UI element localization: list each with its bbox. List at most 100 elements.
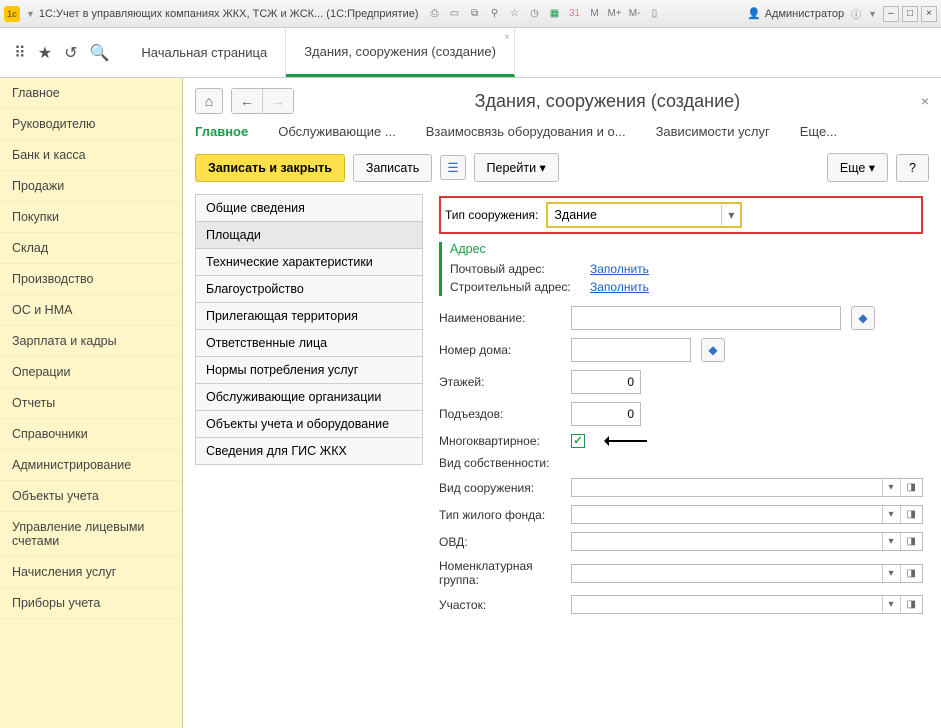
section-tech[interactable]: Технические характеристики [195, 248, 423, 276]
back-button[interactable]: ← [232, 89, 263, 113]
build-addr-fill-link[interactable]: Заполнить [590, 280, 649, 294]
sidebar-item-meters[interactable]: Приборы учета [0, 588, 182, 619]
sidebar-item-salary[interactable]: Зарплата и кадры [0, 326, 182, 357]
window-title: 1С:Учет в управляющих компаниях ЖКХ, ТСЖ… [39, 8, 419, 20]
ovd-label: ОВД: [439, 535, 561, 549]
calc-icon[interactable]: ▦ [547, 6, 563, 22]
dropdown-icon[interactable]: ▾ [882, 506, 900, 523]
goto-button[interactable]: Перейти ▾ [474, 153, 559, 182]
sidebar-item-objects[interactable]: Объекты учета [0, 481, 182, 512]
page-title: Здания, сооружения (создание) [302, 91, 913, 112]
subnav-more[interactable]: Еще... [800, 124, 837, 139]
copy-icon[interactable]: ⧉ [467, 6, 483, 22]
sidebar-item-catalogs[interactable]: Справочники [0, 419, 182, 450]
sidebar-item-sales[interactable]: Продажи [0, 171, 182, 202]
subnav-main[interactable]: Главное [195, 124, 248, 139]
minimize-button[interactable]: – [883, 6, 899, 22]
multi-checkbox[interactable] [571, 434, 585, 448]
open-icon[interactable]: ◨ [900, 565, 922, 582]
search-nav-icon[interactable]: 🔍 [89, 43, 109, 63]
open-icon[interactable]: ◨ [900, 596, 922, 613]
open-icon[interactable]: ◨ [900, 533, 922, 550]
house-expand-button[interactable]: ◆ [701, 338, 725, 362]
mail-addr-label: Почтовый адрес: [450, 262, 580, 276]
link-icon[interactable]: ⚲ [487, 6, 503, 22]
entrances-input[interactable] [571, 402, 641, 426]
sidebar-item-bank[interactable]: Банк и касса [0, 140, 182, 171]
sidebar-item-accounts[interactable]: Управление лицевыми счетами [0, 512, 182, 557]
section-objects[interactable]: Объекты учета и оборудование [195, 410, 423, 438]
close-window-button[interactable]: × [921, 6, 937, 22]
print-icon[interactable]: ⎙ [427, 6, 443, 22]
section-orgs[interactable]: Обслуживающие организации [195, 383, 423, 411]
dropdown-icon[interactable]: ▾ [721, 205, 740, 225]
clock-icon[interactable]: ◷ [527, 6, 543, 22]
dropdown-icon[interactable]: ▾ [882, 596, 900, 613]
m-minus-icon[interactable]: M- [627, 6, 643, 22]
sidebar-item-assets[interactable]: ОС и НМА [0, 295, 182, 326]
tab-home[interactable]: Начальная страница [123, 28, 286, 77]
dropdown-icon[interactable]: ▾ [882, 533, 900, 550]
sidebar-item-production[interactable]: Производство [0, 264, 182, 295]
nom-group-select[interactable]: ▾◨ [571, 564, 923, 583]
star-icon[interactable]: ☆ [507, 6, 523, 22]
nav-dropdown-icon[interactable]: ▼ [26, 9, 35, 19]
home-button[interactable]: ⌂ [195, 88, 223, 114]
tab-close-icon[interactable]: × [504, 32, 510, 43]
form-panel: Тип сооружения: ▾ Адрес Почтовый адрес: … [433, 194, 929, 624]
ownership-label: Вид собственности: [439, 456, 561, 470]
tab-buildings[interactable]: Здания, сооружения (создание) × [286, 28, 515, 77]
calendar-icon[interactable]: 31 [567, 6, 583, 22]
more-button[interactable]: Еще ▾ [827, 153, 888, 182]
housing-fund-select[interactable]: ▾◨ [571, 505, 923, 524]
type-input[interactable] [548, 204, 721, 226]
section-general[interactable]: Общие сведения [195, 194, 423, 222]
star-nav-icon[interactable]: ★ [38, 43, 52, 63]
open-icon[interactable]: ◨ [900, 479, 922, 496]
name-input[interactable] [571, 306, 841, 330]
section-areas[interactable]: Площади [195, 221, 423, 249]
sidebar-item-reports[interactable]: Отчеты [0, 388, 182, 419]
subnav-relations[interactable]: Взаимосвязь оборудования и о... [426, 124, 626, 139]
section-gis[interactable]: Сведения для ГИС ЖКХ [195, 437, 423, 465]
name-expand-button[interactable]: ◆ [851, 306, 875, 330]
panel-icon[interactable]: ▯ [647, 6, 663, 22]
section-responsible[interactable]: Ответственные лица [195, 329, 423, 357]
list-icon-button[interactable]: ☰ [440, 155, 465, 180]
building-kind-select[interactable]: ▾◨ [571, 478, 923, 497]
floors-input[interactable] [571, 370, 641, 394]
help-button[interactable]: ? [896, 154, 929, 182]
info-icon[interactable]: ⓘ [848, 6, 864, 22]
sidebar-item-stock[interactable]: Склад [0, 233, 182, 264]
dropdown-icon[interactable]: ▾ [882, 479, 900, 496]
m-icon[interactable]: M [587, 6, 603, 22]
sidebar-item-main[interactable]: Главное [0, 78, 182, 109]
section-territory[interactable]: Прилегающая территория [195, 302, 423, 330]
sidebar-item-admin[interactable]: Администрирование [0, 450, 182, 481]
history-nav-icon[interactable]: ↺ [64, 43, 77, 63]
ovd-select[interactable]: ▾◨ [571, 532, 923, 551]
info-dropdown[interactable]: ▼ [868, 9, 877, 19]
section-amenities[interactable]: Благоустройство [195, 275, 423, 303]
forward-button[interactable]: → [263, 89, 293, 113]
maximize-button[interactable]: □ [902, 6, 918, 22]
mail-addr-fill-link[interactable]: Заполнить [590, 262, 649, 276]
dropdown-icon[interactable]: ▾ [882, 565, 900, 582]
m-plus-icon[interactable]: M+ [607, 6, 623, 22]
sidebar-item-manager[interactable]: Руководителю [0, 109, 182, 140]
house-input[interactable] [571, 338, 691, 362]
subnav-serving[interactable]: Обслуживающие ... [278, 124, 395, 139]
sidebar-item-operations[interactable]: Операции [0, 357, 182, 388]
plot-select[interactable]: ▾◨ [571, 595, 923, 614]
subnav-deps[interactable]: Зависимости услуг [656, 124, 770, 139]
sidebar-item-accruals[interactable]: Начисления услуг [0, 557, 182, 588]
apps-icon[interactable]: ⠿ [14, 43, 26, 63]
doc-icon[interactable]: ▭ [447, 6, 463, 22]
open-icon[interactable]: ◨ [900, 506, 922, 523]
save-button[interactable]: Записать [353, 154, 432, 182]
sidebar-item-purchases[interactable]: Покупки [0, 202, 182, 233]
save-close-button[interactable]: Записать и закрыть [195, 154, 345, 182]
page-close-button[interactable]: × [921, 93, 929, 109]
type-dropdown[interactable]: ▾ [546, 202, 742, 228]
section-norms[interactable]: Нормы потребления услуг [195, 356, 423, 384]
